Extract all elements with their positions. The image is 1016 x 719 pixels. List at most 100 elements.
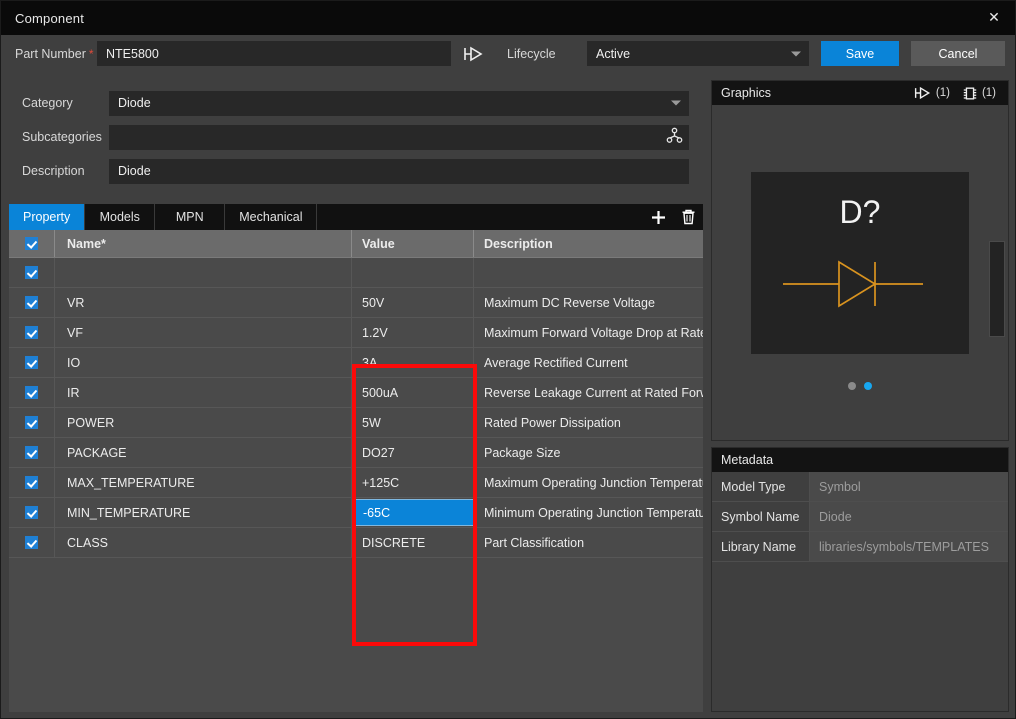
title-bar: Component ✕: [1, 1, 1015, 35]
row-checkbox[interactable]: [25, 296, 38, 309]
cell-name[interactable]: VR: [55, 288, 352, 317]
cell-value[interactable]: 5W: [352, 408, 474, 437]
tab-models[interactable]: Models: [85, 204, 156, 230]
row-checkbox[interactable]: [25, 536, 38, 549]
select-all-checkbox-cell[interactable]: [9, 230, 55, 257]
pin-symbol-icon[interactable]: [459, 41, 489, 67]
category-select[interactable]: Diode: [109, 90, 689, 116]
symbol-preview-area[interactable]: D?: [712, 105, 1008, 442]
row-checkbox-cell[interactable]: [9, 468, 55, 497]
symbol-canvas[interactable]: D?: [751, 171, 969, 354]
symbol-count-group[interactable]: (1): [914, 86, 950, 100]
cell-description[interactable]: Package Size: [474, 438, 703, 467]
cell-value[interactable]: 50V: [352, 288, 474, 317]
cell-name[interactable]: PACKAGE: [55, 438, 352, 467]
tab-property[interactable]: Property: [9, 204, 86, 230]
table-row[interactable]: CLASS DISCRETE Part Classification: [9, 528, 703, 558]
row-checkbox[interactable]: [25, 326, 38, 339]
page-dot-2[interactable]: [864, 382, 872, 390]
cell-name[interactable]: IO: [55, 348, 352, 377]
description-row: Description Diode: [9, 158, 703, 184]
cell-description[interactable]: Reverse Leakage Current at Rated Forward…: [474, 378, 703, 407]
preview-pagination: [712, 382, 1008, 390]
row-checkbox[interactable]: [25, 356, 38, 369]
property-table: Name* Value Description VR 50V Maximum DC …: [9, 230, 703, 712]
column-header-name[interactable]: Name*: [55, 230, 352, 257]
table-row[interactable]: IR 500uA Reverse Leakage Current at Rated …: [9, 378, 703, 408]
cell-value[interactable]: 3A: [352, 348, 474, 377]
cell-description[interactable]: Maximum Operating Junction Temperature: [474, 468, 703, 497]
row-checkbox[interactable]: [25, 416, 38, 429]
metadata-row: Model Type Symbol: [712, 472, 1008, 502]
table-row[interactable]: MIN_TEMPERATURE -65C Minimum Operating Jun…: [9, 498, 703, 528]
cell-name[interactable]: [55, 258, 352, 287]
table-row[interactable]: VF 1.2V Maximum Forward Voltage Drop at Ra…: [9, 318, 703, 348]
ic-footprint-icon: [963, 87, 977, 99]
row-checkbox-cell[interactable]: [9, 408, 55, 437]
table-row[interactable]: IO 3A Average Rectified Current: [9, 348, 703, 378]
cell-value[interactable]: [352, 258, 474, 287]
tab-mechanical[interactable]: Mechanical: [225, 204, 318, 230]
part-number-input[interactable]: NTE5800: [97, 41, 451, 66]
cell-description[interactable]: Part Classification: [474, 528, 703, 557]
select-all-checkbox[interactable]: [25, 237, 38, 250]
cell-value[interactable]: DO27: [352, 438, 474, 467]
column-header-value[interactable]: Value: [352, 230, 474, 257]
footprint-count-group[interactable]: (1): [962, 86, 996, 101]
part-number-label: Part Number *: [1, 47, 97, 61]
cell-name[interactable]: MIN_TEMPERATURE: [55, 498, 352, 527]
row-checkbox-cell[interactable]: [9, 378, 55, 407]
row-checkbox[interactable]: [25, 506, 38, 519]
cell-name[interactable]: MAX_TEMPERATURE: [55, 468, 352, 497]
cell-name[interactable]: CLASS: [55, 528, 352, 557]
column-header-description[interactable]: Description: [474, 230, 703, 257]
row-checkbox-cell[interactable]: [9, 258, 55, 287]
trash-icon[interactable]: [673, 204, 703, 230]
cell-description[interactable]: Average Rectified Current: [474, 348, 703, 377]
description-input[interactable]: Diode: [109, 158, 689, 184]
table-row[interactable]: MAX_TEMPERATURE +125C Maximum Operating Ju…: [9, 468, 703, 498]
cell-name[interactable]: VF: [55, 318, 352, 347]
hierarchy-tree-icon[interactable]: [666, 127, 683, 147]
tab-mpn[interactable]: MPN: [155, 204, 226, 230]
cell-value-selected[interactable]: -65C: [352, 499, 474, 526]
row-checkbox-cell[interactable]: [9, 498, 55, 527]
row-checkbox-cell[interactable]: [9, 318, 55, 347]
page-dot-1[interactable]: [848, 382, 856, 390]
row-checkbox-cell[interactable]: [9, 438, 55, 467]
cell-value[interactable]: 500uA: [352, 378, 474, 407]
row-checkbox[interactable]: [25, 266, 38, 279]
table-row[interactable]: VR 50V Maximum DC Reverse Voltage: [9, 288, 703, 318]
plus-icon[interactable]: [643, 204, 673, 230]
lifecycle-select[interactable]: Active: [587, 41, 809, 66]
table-row[interactable]: PACKAGE DO27 Package Size: [9, 438, 703, 468]
row-checkbox-cell[interactable]: [9, 288, 55, 317]
cell-description[interactable]: [474, 258, 703, 287]
row-checkbox-cell[interactable]: [9, 348, 55, 377]
row-checkbox[interactable]: [25, 386, 38, 399]
metadata-value: Diode: [810, 502, 1008, 531]
metadata-panel-header: Metadata: [712, 448, 1008, 472]
cell-value[interactable]: +125C: [352, 468, 474, 497]
preview-side-panel-handle[interactable]: [989, 241, 1005, 337]
cell-description[interactable]: Maximum DC Reverse Voltage: [474, 288, 703, 317]
cell-value[interactable]: 1.2V: [352, 318, 474, 347]
cell-description[interactable]: Minimum Operating Junction Temperature: [474, 498, 703, 527]
row-checkbox[interactable]: [25, 446, 38, 459]
metadata-key: Library Name: [712, 532, 810, 561]
subcategories-input[interactable]: [109, 124, 689, 150]
table-row[interactable]: POWER 5W Rated Power Dissipation: [9, 408, 703, 438]
row-checkbox[interactable]: [25, 476, 38, 489]
row-checkbox-cell[interactable]: [9, 528, 55, 557]
save-button[interactable]: Save: [821, 41, 899, 66]
cell-value[interactable]: DISCRETE: [352, 528, 474, 557]
cell-description[interactable]: Rated Power Dissipation: [474, 408, 703, 437]
cell-name[interactable]: POWER: [55, 408, 352, 437]
close-icon[interactable]: ✕: [981, 5, 1007, 29]
table-row[interactable]: [9, 258, 703, 288]
cell-description[interactable]: Maximum Forward Voltage Drop at Rated Cu…: [474, 318, 703, 347]
cancel-button[interactable]: Cancel: [911, 41, 1005, 66]
cell-name[interactable]: IR: [55, 378, 352, 407]
tab-bar-spacer: [317, 204, 643, 230]
footprint-count: (1): [981, 87, 996, 99]
